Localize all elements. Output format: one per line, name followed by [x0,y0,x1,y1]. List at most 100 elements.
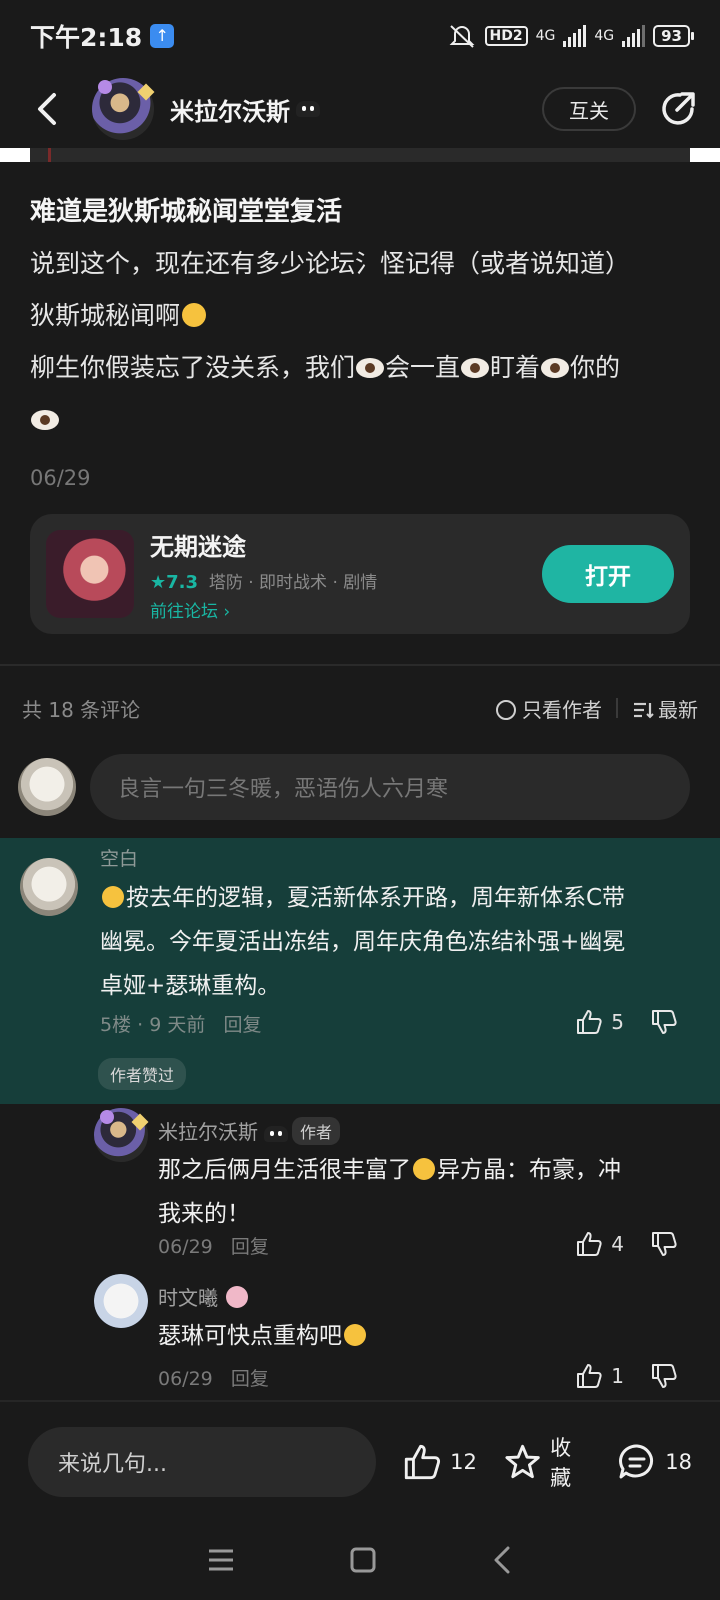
like-button[interactable]: 4 [575,1230,624,1258]
reply-text-a: 瑟琳可快点重构吧 [158,1323,342,1349]
back-button[interactable] [22,84,72,134]
eye-icon [461,358,490,378]
comment-like-group: 5 [575,1008,678,1036]
post-title: 难道是狄斯城秘闻堂堂复活 [30,197,343,227]
net2-label: 4G [594,28,615,44]
reply-date: 06/29 [158,1368,213,1390]
reply-item[interactable]: 时文曦 瑟琳可快点重构吧 06/29 回复 1 [0,1272,720,1390]
open-game-button[interactable]: 打开 [542,545,674,603]
author-liked-badge-wrap: 作者赞过 [98,1058,187,1090]
reply-button[interactable]: 回复 [231,1368,269,1390]
like-count: 5 [611,1010,624,1034]
reply-text: 瑟琳可快点重构吧 [158,1314,688,1358]
menu-icon[interactable] [206,1547,236,1573]
hd-badge: HD2 [484,26,528,46]
comment-bubble-icon [619,1444,654,1479]
back-nav-icon[interactable] [490,1545,514,1575]
comment-text-b: 幽冕。今年夏活出冻结，周年庆角色冻结补强+幽冕 [100,929,626,955]
comment-count-bottom: 18 [665,1450,692,1474]
sort-button[interactable]: 最新 [632,694,698,723]
reply-text-b: 异方晶：布豪，冲 [437,1157,621,1183]
author-tag: 作者 [292,1117,341,1145]
my-avatar [18,758,76,816]
favorite-button[interactable]: 收藏 [503,1432,591,1492]
comment-filters: 只看作者 最新 [496,694,698,723]
signal-icon-2 [622,25,646,47]
post-like-button[interactable]: 12 [402,1442,477,1482]
upload-icon: ↑ [150,24,175,48]
thumbs-down-icon[interactable] [650,1230,678,1258]
post-line-3c: 盯着 [490,353,541,382]
reply-avatar[interactable] [94,1274,148,1328]
comment-input-row: 良言一句三冬暖，恶语伤人六月寒 [18,754,690,820]
status-bar: 下午2:18 ↑ HD2 4G 4G 93 [0,0,720,72]
post-line-3b: 会一直 [385,353,461,382]
reply-author-name[interactable]: 时文曦 [158,1286,218,1310]
mute-icon [449,25,474,48]
ghost-badge-icon [264,1125,288,1142]
reply-button[interactable]: 回复 [231,1236,269,1258]
crying-face-icon [344,1324,366,1346]
post-line-2: 狄斯城秘闻啊 [30,301,181,330]
comment-text-a: 按去年的逻辑，夏活新体系开路，周年新体系C带 [126,885,626,911]
author-avatar[interactable] [92,78,154,140]
comment-input[interactable]: 良言一句三冬暖，恶语伤人六月寒 [90,754,690,820]
signal-icon [563,25,587,47]
thumbs-up-icon [577,1010,602,1034]
like-count: 1 [611,1364,624,1388]
post-body: 难道是狄斯城秘闻堂堂复活 说到这个，现在还有多少论坛氵怪记得（或者说知道） 狄斯… [30,186,690,490]
favorite-label: 收藏 [550,1436,572,1490]
commenter-name[interactable]: 空白 [100,844,138,871]
game-info: 无期迷途 ★7.3 塔防 · 即时战术 · 剧情 前往论坛 › [150,527,377,622]
post-line-3a: 柳生你假装忘了没关系，我们 [30,353,356,382]
post-paragraph-1: 说到这个，现在还有多少论坛氵怪记得（或者说知道） [30,238,690,290]
author-name[interactable]: 米拉尔沃斯 [170,92,290,127]
comment-text-c: 卓娅+瑟琳重构。 [100,973,281,999]
like-button[interactable]: 5 [575,1008,624,1036]
post-date: 06/29 [30,466,91,490]
reply-item[interactable]: 米拉尔沃斯 作者 那之后俩月生活很丰富了 异方晶：布豪，冲 我来的！ 06/29 回… [0,1104,720,1258]
reply-name-row: 米拉尔沃斯 作者 [158,1116,341,1145]
author-only-label: 只看作者 [522,697,602,722]
reply-author-name[interactable]: 米拉尔沃斯 [158,1120,258,1144]
bottom-action-bar: 来说几句... 12 收藏 18 [0,1408,720,1516]
like-button[interactable]: 1 [575,1362,624,1390]
forum-link[interactable]: 前往论坛 › [150,597,377,622]
game-card[interactable]: 无期迷途 ★7.3 塔防 · 即时战术 · 剧情 前往论坛 › 打开 [30,514,690,634]
game-tags: 塔防 · 即时战术 · 剧情 [208,572,378,593]
thumbs-up-icon [577,1364,602,1388]
radio-icon [496,699,516,720]
comment-meta: 5楼 · 9 天前 回复 [100,1014,262,1036]
chevron-right-icon: › [223,601,231,622]
surprised-face-icon [413,1158,435,1180]
reply-name-row: 时文曦 [158,1282,250,1311]
comments-button[interactable]: 18 [617,1442,692,1482]
image-strip [0,148,720,162]
share-button[interactable] [658,89,698,129]
comment-count: 共 18 条评论 [22,697,141,722]
thumbs-down-icon[interactable] [650,1008,678,1036]
thumbs-down-icon[interactable] [650,1362,678,1390]
like-count: 4 [611,1232,624,1256]
comment-text: 按去年的逻辑，夏活新体系开路，周年新体系C带 幽冕。今年夏活出冻结，周年庆角色冻… [100,876,700,1008]
commenter-avatar[interactable] [20,858,78,916]
status-time: 下午2:18 [30,23,143,52]
badge-icon [226,1286,249,1308]
follow-button[interactable]: 互关 [542,87,636,131]
author-only-toggle[interactable]: 只看作者 [496,694,602,723]
reply-button[interactable]: 回复 [223,1014,261,1036]
quick-comment-input[interactable]: 来说几句... [28,1427,377,1497]
reply-avatar[interactable] [94,1108,148,1162]
comments-header: 共 18 条评论 只看作者 最新 [22,686,698,730]
comment-time: 9 天前 [149,1014,206,1036]
post-paragraph-3: 柳生你假装忘了没关系，我们 会一直 盯着 你的 [30,342,690,446]
top-comment[interactable]: 空白 按去年的逻辑，夏活新体系开路，周年新体系C带 幽冕。今年夏活出冻结，周年庆… [0,838,720,1104]
reply-text: 那之后俩月生活很丰富了 异方晶：布豪，冲 我来的！ [158,1148,688,1236]
game-score: ★7.3 [150,571,199,593]
thinking-face-icon [102,886,124,908]
bottom-divider [0,1400,720,1402]
home-icon[interactable] [348,1545,378,1575]
eye-icon [356,358,385,378]
author-liked-badge: 作者赞过 [98,1058,187,1090]
post-header: 米拉尔沃斯 互关 [0,72,720,146]
